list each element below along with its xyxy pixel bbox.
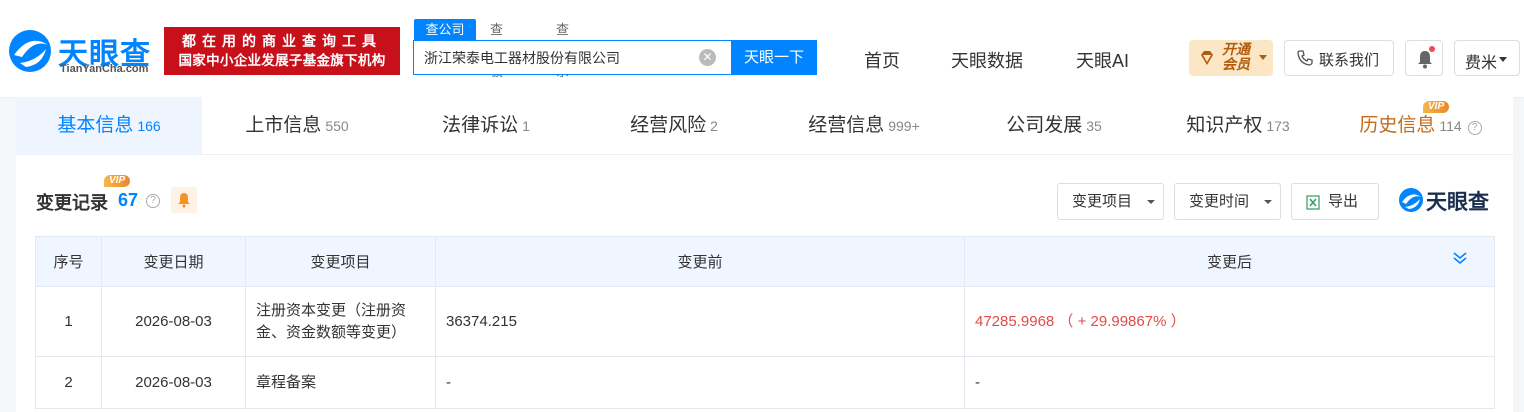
chevron-down-icon bbox=[1147, 200, 1155, 204]
search-tab-boss[interactable]: 查老板 bbox=[482, 19, 511, 79]
search-button[interactable]: 天眼一下 bbox=[731, 40, 817, 75]
company-tabs: 基本信息 166 上市信息 550 法律诉讼 1 经营风险 2 经营信息 999+ 公司发… bbox=[16, 97, 1513, 155]
vip-badge: VIP bbox=[1423, 101, 1450, 113]
nav-ai[interactable]: 天眼AI bbox=[1076, 47, 1129, 73]
user-name: 费米 bbox=[1465, 55, 1498, 72]
tab-history[interactable]: 历史信息 114? bbox=[1328, 97, 1513, 155]
user-menu[interactable]: 费米 bbox=[1454, 40, 1520, 76]
search-input[interactable] bbox=[414, 41, 694, 74]
change-record-section: 变更记录 VIP 67 ? 变更项目 变更时间 导出 天眼查 序号 变更日期 变… bbox=[16, 155, 1513, 412]
watermark-logo: 天眼查 bbox=[1398, 185, 1498, 215]
help-icon[interactable]: ? bbox=[1467, 121, 1482, 135]
help-icon[interactable]: ? bbox=[146, 194, 160, 208]
filter-change-time[interactable]: 变更时间 bbox=[1174, 183, 1281, 220]
tab-count: 114 bbox=[1439, 118, 1462, 134]
tab-count: 35 bbox=[1086, 118, 1102, 134]
tab-operation[interactable]: 经营信息 999+ bbox=[768, 97, 960, 155]
banner-line-1: 都在用的商业查询工具 bbox=[182, 33, 382, 49]
tab-ip[interactable]: 知识产权 173 bbox=[1148, 97, 1328, 155]
tab-risk[interactable]: 经营风险 2 bbox=[580, 97, 768, 155]
contact-us-button[interactable]: 联系我们 bbox=[1284, 40, 1394, 76]
search-box: ✕ bbox=[413, 40, 732, 75]
nav-data[interactable]: 天眼数据 bbox=[951, 47, 1023, 73]
tab-legal[interactable]: 法律诉讼 1 bbox=[392, 97, 580, 155]
cell-item: 注册资本变更（注册资金、资金数额等变更） bbox=[245, 286, 436, 357]
banner-line-2: 国家中小企业发展子基金旗下机构 bbox=[178, 53, 386, 68]
tab-count: 173 bbox=[1266, 118, 1290, 134]
cell-no: 2 bbox=[35, 356, 102, 409]
logo-eye-icon bbox=[1399, 188, 1423, 212]
top-bar: 天眼查 TianYanCha.com 都在用的商业查询工具 国家中小企业发展子基… bbox=[0, 0, 1524, 98]
bell-icon bbox=[1418, 51, 1432, 69]
tab-count: 166 bbox=[137, 118, 161, 134]
cell-before: - bbox=[435, 356, 965, 409]
vip-badge: VIP bbox=[104, 175, 131, 187]
section-count: 67 bbox=[118, 190, 139, 210]
table-row: 2 2026-08-03 章程备案 - - bbox=[35, 356, 1495, 409]
diamond-icon bbox=[1201, 51, 1213, 65]
clear-icon[interactable]: ✕ bbox=[699, 49, 716, 66]
tab-count: 550 bbox=[325, 118, 349, 134]
col-header-after: 变更后 bbox=[964, 236, 1495, 287]
bell-icon bbox=[178, 193, 190, 208]
tianyancha-logo[interactable]: 天眼查 TianYanCha.com bbox=[6, 27, 156, 77]
nav-home[interactable]: 首页 bbox=[864, 47, 900, 73]
phone-icon bbox=[1297, 50, 1313, 66]
tab-count: 1 bbox=[522, 118, 530, 134]
cell-before: 36374.215 bbox=[435, 286, 965, 357]
monitor-alert-button[interactable] bbox=[171, 187, 197, 213]
tab-count: 999+ bbox=[888, 118, 920, 134]
logo-url: TianYanCha.com bbox=[60, 63, 149, 75]
col-header-no: 序号 bbox=[35, 236, 102, 287]
notification-button[interactable] bbox=[1405, 40, 1443, 76]
expand-icon[interactable] bbox=[1452, 250, 1468, 266]
table-header-row: 序号 变更日期 变更项目 变更前 变更后 bbox=[35, 236, 1495, 287]
tab-listing-info[interactable]: 上市信息 550 bbox=[202, 97, 392, 155]
cell-date: 2026-08-03 bbox=[101, 286, 246, 357]
col-header-before: 变更前 bbox=[435, 236, 965, 287]
cell-date: 2026-08-03 bbox=[101, 356, 246, 409]
open-vip-button[interactable]: 开通 会员 bbox=[1189, 40, 1273, 76]
cell-item: 章程备案 bbox=[245, 356, 436, 409]
notification-dot bbox=[1429, 46, 1435, 52]
tab-basic-info[interactable]: 基本信息 166 bbox=[16, 97, 202, 155]
cell-after: - bbox=[964, 356, 1495, 409]
logo-eye-icon bbox=[9, 30, 51, 72]
search-tab-relation[interactable]: 查关系 bbox=[548, 19, 577, 79]
chevron-down-icon bbox=[1499, 57, 1507, 62]
chevron-down-icon bbox=[1264, 200, 1272, 204]
tab-development[interactable]: 公司发展 35 bbox=[960, 97, 1148, 155]
vip-label: 开通 会员 bbox=[1222, 41, 1250, 72]
change-record-table: 序号 变更日期 变更项目 变更前 变更后 1 2026-08-03 注册资本变更… bbox=[35, 236, 1495, 409]
table-row: 1 2026-08-03 注册资本变更（注册资金、资金数额等变更） 36374.… bbox=[35, 286, 1495, 357]
export-button[interactable]: 导出 bbox=[1291, 183, 1379, 220]
cell-no: 1 bbox=[35, 286, 102, 357]
col-header-item: 变更项目 bbox=[245, 236, 436, 287]
contact-label: 联系我们 bbox=[1319, 52, 1380, 69]
search-tab-company[interactable]: 查公司 bbox=[414, 19, 476, 40]
promo-banner[interactable]: 都在用的商业查询工具 国家中小企业发展子基金旗下机构 bbox=[164, 27, 400, 75]
filter-change-item[interactable]: 变更项目 bbox=[1057, 183, 1164, 220]
cell-after: 47285.9968 （ + 29.99867% ） bbox=[964, 286, 1495, 357]
tab-count: 2 bbox=[710, 118, 718, 134]
chevron-down-icon bbox=[1259, 55, 1267, 60]
col-header-date: 变更日期 bbox=[101, 236, 246, 287]
excel-icon bbox=[1306, 195, 1320, 210]
watermark-text: 天眼查 bbox=[1426, 191, 1489, 214]
section-title: 变更记录 bbox=[36, 193, 108, 213]
